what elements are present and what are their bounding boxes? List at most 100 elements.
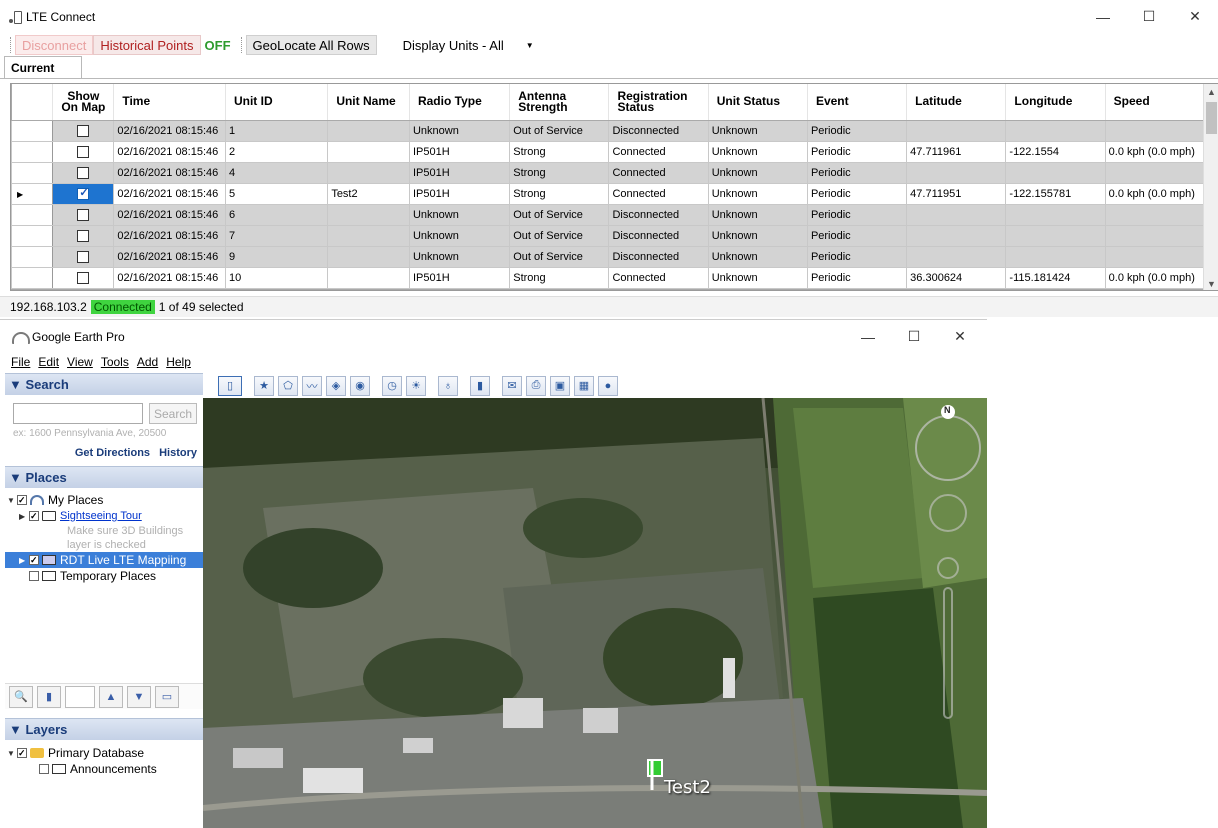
- menu-tools[interactable]: Tools: [101, 355, 129, 369]
- earth-gallery-icon[interactable]: ●: [598, 375, 618, 396]
- cell-lon[interactable]: -122.155781: [1005, 182, 1106, 205]
- cell-speed[interactable]: 0.0 kph (0.0 mph): [1104, 266, 1206, 289]
- sidebar-toggle-icon[interactable]: ▯: [218, 375, 242, 396]
- cell-antenna[interactable]: Strong: [509, 266, 610, 289]
- cell-unit-id[interactable]: 7: [224, 224, 329, 247]
- cell-antenna[interactable]: Out of Service: [509, 203, 610, 226]
- show-on-map-checkbox[interactable]: [77, 186, 90, 200]
- show-on-map-cell[interactable]: [52, 182, 115, 205]
- cell-time[interactable]: 02/16/2021 08:15:46: [113, 119, 226, 142]
- cell-time[interactable]: 02/16/2021 08:15:46: [113, 266, 226, 289]
- cell-unit-id[interactable]: 6: [224, 203, 329, 226]
- cell-antenna[interactable]: Strong: [509, 161, 610, 184]
- column-header[interactable]: Time: [113, 84, 226, 121]
- cell-unit-name[interactable]: [327, 161, 410, 184]
- cell-lon[interactable]: [1005, 224, 1106, 247]
- cell-antenna[interactable]: Strong: [509, 182, 610, 205]
- cell-time[interactable]: 02/16/2021 08:15:46: [113, 245, 226, 268]
- cell-time[interactable]: 02/16/2021 08:15:46: [113, 182, 226, 205]
- column-header[interactable]: Show On Map: [52, 84, 115, 121]
- placemark-test2-label[interactable]: Test2: [664, 777, 711, 798]
- cell-status[interactable]: Unknown: [707, 161, 808, 184]
- show-on-map-checkbox[interactable]: [77, 250, 90, 263]
- row-header[interactable]: ▶: [11, 182, 54, 205]
- cell-reg[interactable]: Connected: [608, 266, 709, 289]
- scroll-down-icon[interactable]: ▼: [1204, 276, 1218, 290]
- display-units-dropdown[interactable]: Display Units - All ▼: [403, 38, 534, 53]
- column-header[interactable]: Longitude: [1005, 84, 1106, 121]
- cell-lat[interactable]: 36.300624: [906, 266, 1007, 289]
- cell-radio[interactable]: Unknown: [408, 119, 511, 142]
- sightseeing-tour-link[interactable]: Sightseeing Tour: [60, 510, 142, 522]
- show-on-map-checkbox[interactable]: [77, 166, 90, 179]
- panel-toggle-icon[interactable]: ▮: [37, 685, 61, 708]
- checkbox-icon[interactable]: [39, 764, 49, 774]
- cell-unit-id[interactable]: 4: [224, 161, 329, 184]
- search-input[interactable]: [13, 403, 143, 424]
- cell-status[interactable]: Unknown: [707, 224, 808, 247]
- cell-event[interactable]: Periodic: [806, 203, 908, 226]
- earth-map-view[interactable]: N Test2: [203, 398, 987, 828]
- expand-down-icon[interactable]: ▼: [7, 749, 17, 758]
- email-icon[interactable]: ✉: [502, 375, 522, 396]
- cell-unit-name[interactable]: Test2: [327, 182, 410, 205]
- close-button[interactable]: ✕: [1172, 0, 1218, 33]
- cell-reg[interactable]: Disconnected: [608, 119, 709, 142]
- row-header[interactable]: [11, 266, 54, 289]
- show-on-map-checkbox[interactable]: [77, 124, 90, 137]
- show-on-map-checkbox[interactable]: [77, 208, 90, 221]
- cell-radio[interactable]: Unknown: [408, 245, 511, 268]
- add-path-icon[interactable]: 〰: [302, 375, 322, 396]
- cell-unit-id[interactable]: 9: [224, 245, 329, 268]
- historical-points-button[interactable]: Historical Points: [93, 35, 201, 55]
- row-header[interactable]: [11, 119, 54, 142]
- cell-unit-name[interactable]: [327, 224, 410, 247]
- tree-item-rdt-live[interactable]: ▶ RDT Live LTE Mappiing: [5, 552, 203, 568]
- cell-status[interactable]: Unknown: [707, 140, 808, 163]
- close-button[interactable]: ✕: [937, 320, 983, 353]
- tree-item-announcements[interactable]: Announcements: [5, 761, 203, 777]
- row-header[interactable]: [11, 224, 54, 247]
- cell-unit-id[interactable]: 5: [224, 182, 329, 205]
- cell-reg[interactable]: Connected: [608, 140, 709, 163]
- cell-event[interactable]: Periodic: [806, 140, 908, 163]
- sunlight-icon[interactable]: ☀: [406, 375, 426, 396]
- ruler-icon[interactable]: ▮: [470, 375, 490, 396]
- cell-lat[interactable]: 47.711951: [906, 182, 1007, 205]
- cell-time[interactable]: 02/16/2021 08:15:46: [113, 203, 226, 226]
- menu-edit[interactable]: Edit: [38, 355, 59, 369]
- grid-vertical-scrollbar[interactable]: ▲ ▼: [1203, 84, 1218, 290]
- add-placemark-icon[interactable]: ★: [254, 375, 274, 396]
- cell-status[interactable]: Unknown: [707, 182, 808, 205]
- geolocate-all-button[interactable]: GeoLocate All Rows: [245, 35, 377, 55]
- column-header[interactable]: Unit Status: [708, 84, 808, 121]
- checkbox-icon[interactable]: [17, 748, 27, 758]
- disconnect-button[interactable]: Disconnect: [15, 35, 94, 55]
- cell-event[interactable]: Periodic: [806, 245, 908, 268]
- cell-reg[interactable]: Disconnected: [608, 203, 709, 226]
- cell-speed[interactable]: [1104, 203, 1206, 226]
- cell-unit-name[interactable]: [327, 203, 410, 226]
- checkbox-icon[interactable]: [17, 495, 27, 505]
- show-on-map-cell[interactable]: [52, 119, 115, 142]
- cell-lat[interactable]: [906, 224, 1007, 247]
- cell-status[interactable]: Unknown: [707, 119, 808, 142]
- maximize-button[interactable]: ☐: [891, 320, 937, 353]
- cell-radio[interactable]: IP501H: [408, 140, 511, 163]
- cell-reg[interactable]: Connected: [608, 182, 709, 205]
- column-header[interactable]: Unit ID: [225, 84, 329, 121]
- expand-right-icon[interactable]: ▶: [19, 512, 29, 521]
- cell-lon[interactable]: [1005, 161, 1106, 184]
- view-in-maps-icon[interactable]: ▦: [574, 375, 594, 396]
- row-header[interactable]: [11, 245, 54, 268]
- expand-right-icon[interactable]: ▶: [19, 556, 29, 565]
- cell-event[interactable]: Periodic: [806, 119, 908, 142]
- cell-lon[interactable]: -115.181424: [1005, 266, 1106, 289]
- table-row[interactable]: 02/16/2021 08:15:46 10 IP501H Strong Connect…: [11, 266, 1206, 289]
- cell-unit-name[interactable]: [327, 140, 410, 163]
- cell-speed[interactable]: 0.0 kph (0.0 mph): [1104, 182, 1206, 205]
- cell-unit-id[interactable]: 2: [224, 140, 329, 163]
- menu-file[interactable]: File: [11, 355, 30, 369]
- row-header[interactable]: [11, 140, 54, 163]
- scroll-thumb[interactable]: [1206, 102, 1217, 134]
